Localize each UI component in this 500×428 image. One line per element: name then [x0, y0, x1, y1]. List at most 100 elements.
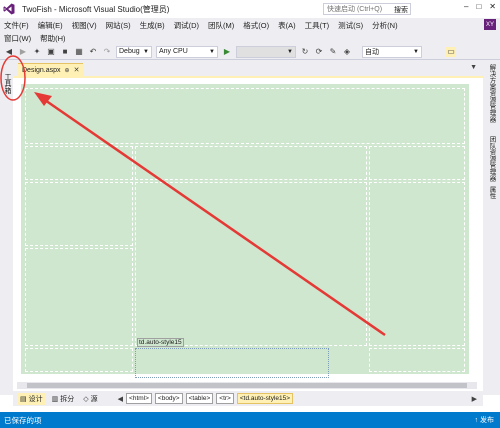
menu-debug[interactable]: 调试(D)	[174, 20, 199, 31]
quick-launch-placeholder: 快速启动 (Ctrl+Q)	[327, 6, 383, 13]
table-cell[interactable]	[25, 248, 133, 346]
close-icon[interactable]: ✕	[74, 66, 80, 74]
table-cell[interactable]	[135, 182, 367, 346]
menu-build[interactable]: 生成(B)	[140, 20, 165, 31]
browser-select[interactable]: ▼	[236, 45, 296, 58]
refresh-icon[interactable]: ↻	[300, 47, 310, 57]
format-icon[interactable]: ✎	[328, 47, 338, 57]
properties-tab[interactable]: 属性	[486, 186, 496, 199]
menu-file[interactable]: 文件(F)	[4, 20, 29, 31]
menu-window[interactable]: 窗口(W)	[4, 33, 31, 44]
chevron-down-icon: ▼	[209, 48, 215, 55]
selected-cell-label: td.auto-style15	[137, 338, 184, 347]
chevron-down-icon: ▼	[413, 48, 419, 55]
source-view-label: 源	[90, 395, 98, 403]
menu-tools[interactable]: 工具(T)	[305, 20, 330, 31]
quick-launch-search-label: 搜索	[394, 7, 408, 14]
table-cell[interactable]	[25, 182, 133, 246]
target-schema-value: 自动	[365, 48, 379, 56]
tag-crumb-html[interactable]: <html>	[126, 393, 152, 404]
close-icon[interactable]: ✕	[489, 2, 496, 11]
pin-icon[interactable]: ⊕	[65, 67, 70, 74]
design-view-label: 设计	[28, 395, 43, 403]
status-bar: 已保存的项 ↑ 发布	[0, 412, 500, 428]
split-view-label: 拆分	[60, 395, 75, 403]
menu-table[interactable]: 表(A)	[278, 20, 296, 31]
tag-crumb-td[interactable]: <td.auto-style15>	[236, 393, 294, 404]
menu-team[interactable]: 团队(M)	[208, 20, 234, 31]
maximize-icon[interactable]: □	[476, 2, 481, 11]
solution-explorer-tab[interactable]: 解决方案资源管理器	[486, 64, 496, 123]
menu-bar-row-2: 窗口(W) 帮助(H)	[0, 32, 500, 44]
left-tool-strip: 工具箱	[0, 60, 13, 395]
tag-crumb-tr[interactable]: <tr>	[216, 393, 234, 404]
source-view-button[interactable]: ◇ 源	[80, 393, 100, 405]
tab-design-aspx[interactable]: Design.aspx ⊕ ✕	[18, 63, 84, 76]
tab-label: Design.aspx	[22, 66, 61, 74]
menu-help[interactable]: 帮助(H)	[40, 33, 65, 44]
user-avatar[interactable]: XY	[484, 19, 496, 30]
layout-icon[interactable]: ▭	[446, 46, 456, 57]
source-view-icon: ◇	[83, 395, 89, 403]
document-tab-row: Design.aspx ⊕ ✕ ▼	[13, 60, 483, 76]
design-view-icon: ▤	[20, 395, 27, 403]
design-view-button[interactable]: ▤ 设计	[17, 392, 46, 405]
table-cell[interactable]	[135, 146, 367, 180]
team-explorer-tab[interactable]: 团队资源管理器	[486, 136, 496, 182]
chevron-down-icon[interactable]: ▼	[470, 64, 477, 71]
start-debugging-icon[interactable]: ▶	[222, 47, 232, 57]
menu-view[interactable]: 视图(V)	[72, 20, 97, 31]
browser-link-icon[interactable]: ⟳	[314, 47, 324, 57]
chevron-down-icon: ▼	[287, 48, 293, 55]
design-canvas[interactable]: td.auto-style15	[21, 84, 469, 378]
save-icon[interactable]: ■	[60, 47, 70, 57]
solution-configuration-select[interactable]: Debug ▼	[116, 45, 152, 58]
window-controls: – □ ✕	[464, 2, 496, 11]
table-cell[interactable]	[25, 348, 133, 372]
visual-studio-logo-icon	[0, 0, 18, 18]
status-text: 已保存的项	[4, 415, 42, 425]
menu-edit[interactable]: 编辑(E)	[38, 20, 63, 31]
table-cell[interactable]	[25, 88, 465, 144]
tag-crumb-body[interactable]: <body>	[154, 393, 183, 404]
table-cell[interactable]	[369, 348, 465, 372]
standard-toolbar: ◀ ▶ ✦ ▣ ■ ▦ ↶ ↷ Debug ▼ Any CPU ▼ ▶ ▼ ↻ ⟳ …	[0, 44, 500, 60]
split-view-button[interactable]: ▥ 拆分	[49, 393, 78, 405]
style-icon[interactable]: ◈	[342, 47, 352, 57]
scrollbar-thumb[interactable]	[27, 383, 467, 388]
chevron-left-icon[interactable]: ◀	[118, 395, 123, 403]
table-cell[interactable]	[369, 182, 465, 346]
new-project-icon[interactable]: ✦	[32, 47, 42, 57]
tag-crumb-table[interactable]: <table>	[185, 393, 214, 404]
solution-platform-value: Any CPU	[159, 48, 188, 55]
chevron-right-icon[interactable]: ▶	[472, 395, 477, 403]
menu-test[interactable]: 测试(S)	[338, 20, 363, 31]
right-tool-strip: 解决方案资源管理器 团队资源管理器 属性	[483, 60, 500, 395]
menu-analyze[interactable]: 分析(N)	[372, 20, 397, 31]
quick-launch-input[interactable]: 快速启动 (Ctrl+Q) 搜索	[323, 3, 411, 15]
back-icon[interactable]: ◀	[4, 47, 14, 57]
table-cell[interactable]	[369, 146, 465, 180]
undo-icon[interactable]: ↶	[88, 47, 98, 57]
solution-platform-select[interactable]: Any CPU ▼	[156, 45, 218, 58]
minimize-icon[interactable]: –	[464, 2, 468, 11]
toolbox-tab[interactable]: 工具箱	[2, 63, 12, 103]
table-cell[interactable]	[25, 146, 133, 180]
menu-website[interactable]: 网站(S)	[106, 20, 131, 31]
menu-bar: 文件(F) 编辑(E) 视图(V) 网站(S) 生成(B) 调试(D) 团队(M…	[0, 18, 500, 32]
open-file-icon[interactable]: ▣	[46, 47, 56, 57]
redo-icon[interactable]: ↷	[102, 47, 112, 57]
save-all-icon[interactable]: ▦	[74, 47, 84, 57]
publish-button[interactable]: ↑ 发布	[475, 415, 494, 425]
view-bar: ▤ 设计 ▥ 拆分 ◇ 源 ◀ <html> <body> <table> <t…	[13, 391, 483, 406]
target-schema-select[interactable]: 自动 ▼	[362, 45, 422, 58]
chevron-down-icon: ▼	[143, 48, 149, 55]
selected-table-cell[interactable]	[135, 348, 329, 378]
forward-icon[interactable]: ▶	[18, 47, 28, 57]
horizontal-scrollbar[interactable]	[17, 382, 477, 389]
design-editor[interactable]: td.auto-style15	[17, 78, 477, 380]
title-bar: TwoFish - Microsoft Visual Studio(管理员) 快…	[0, 0, 500, 18]
window-title: TwoFish - Microsoft Visual Studio(管理员)	[22, 4, 170, 14]
menu-format[interactable]: 格式(O)	[243, 20, 269, 31]
split-view-icon: ▥	[51, 395, 59, 403]
